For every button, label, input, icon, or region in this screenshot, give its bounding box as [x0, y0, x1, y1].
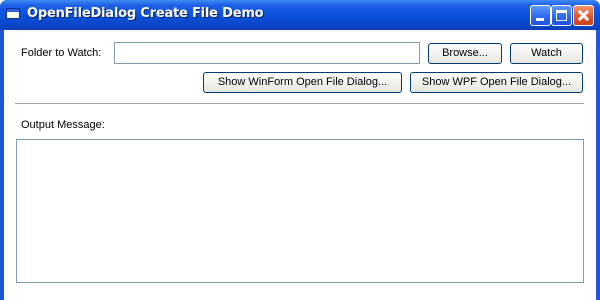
output-message-label: Output Message: — [21, 119, 105, 131]
maximize-button[interactable] — [551, 5, 572, 26]
folder-to-watch-input[interactable] — [114, 42, 420, 64]
app-window: OpenFileDialog Create File Demo Folder t… — [0, 0, 600, 300]
window-title: OpenFileDialog Create File Demo — [27, 6, 264, 21]
minimize-icon — [536, 18, 544, 21]
browse-button[interactable]: Browse... — [428, 43, 502, 64]
maximize-icon — [556, 10, 567, 21]
output-message-box[interactable] — [16, 139, 584, 283]
show-winform-open-file-dialog-button[interactable]: Show WinForm Open File Dialog... — [203, 72, 402, 93]
close-icon — [574, 6, 593, 25]
close-button[interactable] — [573, 5, 594, 26]
window-app-icon[interactable] — [6, 8, 20, 19]
watch-button[interactable]: Watch — [510, 43, 583, 64]
minimize-button[interactable] — [530, 5, 551, 26]
title-bar[interactable]: OpenFileDialog Create File Demo — [0, 0, 600, 30]
separator-line — [15, 103, 584, 105]
client-area: Folder to Watch: Browse... Watch Show Wi… — [4, 30, 596, 300]
folder-to-watch-label: Folder to Watch: — [21, 47, 102, 59]
show-wpf-open-file-dialog-button[interactable]: Show WPF Open File Dialog... — [410, 72, 583, 93]
